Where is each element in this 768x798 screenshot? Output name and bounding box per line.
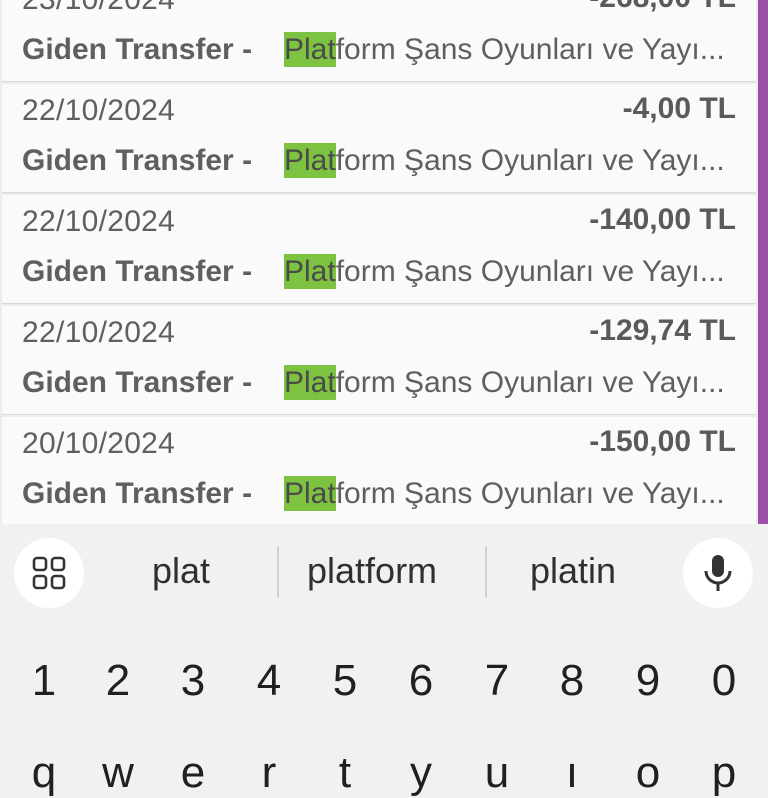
description-rest: form Şans Oyunları ve Yayı... — [335, 144, 725, 177]
suggestion-3[interactable]: platin — [530, 550, 616, 592]
search-match-highlight: Plat — [284, 143, 336, 178]
key-3[interactable]: 3 — [168, 656, 218, 706]
transaction-title: Giden Transfer - — [22, 255, 253, 288]
key-0[interactable]: 0 — [699, 656, 749, 706]
transaction-date: 22/10/2024 — [22, 94, 176, 127]
search-match-highlight: Plat — [284, 254, 336, 289]
suggestion-1[interactable]: plat — [152, 550, 210, 592]
suggestion-divider — [277, 546, 279, 598]
transaction-date: 22/10/2024 — [22, 316, 176, 349]
microphone-icon — [704, 555, 732, 591]
keyboard-suggestion-strip: plat platform platin — [0, 524, 768, 620]
description-rest: form Şans Oyunları ve Yayı... — [335, 477, 725, 510]
key-4[interactable]: 4 — [244, 656, 294, 706]
key-y[interactable]: y — [396, 748, 446, 798]
key-r[interactable]: r — [244, 748, 294, 798]
transaction-title: Giden Transfer - — [22, 33, 253, 66]
key-7[interactable]: 7 — [472, 656, 522, 706]
key-2[interactable]: 2 — [93, 656, 143, 706]
keyboard: 1 2 3 4 5 6 7 8 9 0 q w e r t y u ı o p — [0, 620, 768, 797]
description-rest: form Şans Oyunları ve Yayı... — [335, 33, 725, 66]
key-e[interactable]: e — [168, 748, 218, 798]
transaction-row[interactable]: 23/10/2024 -268,00 TL Giden Transfer - P… — [2, 0, 756, 82]
grid-icon — [32, 556, 66, 590]
apps-button[interactable] — [14, 538, 84, 608]
search-match-highlight: Plat — [284, 365, 336, 400]
voice-input-button[interactable] — [683, 538, 753, 608]
key-6[interactable]: 6 — [396, 656, 446, 706]
description-rest: form Şans Oyunları ve Yayı... — [335, 255, 725, 288]
key-w[interactable]: w — [93, 748, 143, 798]
transaction-description: Platform Şans Oyunları ve Yayı... — [284, 476, 725, 511]
transaction-amount: -140,00 TL — [589, 203, 736, 236]
transaction-row[interactable]: 20/10/2024 -150,00 TL Giden Transfer - P… — [2, 417, 756, 524]
transaction-amount: -129,74 TL — [589, 314, 736, 347]
transaction-row[interactable]: 22/10/2024 -129,74 TL Giden Transfer - P… — [2, 306, 756, 415]
key-5[interactable]: 5 — [320, 656, 370, 706]
transaction-date: 23/10/2024 — [22, 0, 175, 17]
key-dotless-i[interactable]: ı — [547, 748, 597, 798]
transaction-date: 22/10/2024 — [22, 205, 176, 238]
transaction-description: Platform Şans Oyunları ve Yayı... — [284, 143, 725, 178]
transaction-list[interactable]: 23/10/2024 -268,00 TL Giden Transfer - P… — [0, 0, 768, 524]
scroll-accent-bar — [758, 0, 768, 524]
suggestion-divider — [485, 546, 487, 598]
transaction-title: Giden Transfer - — [22, 144, 253, 177]
search-match-highlight: Plat — [284, 32, 336, 67]
key-1[interactable]: 1 — [19, 656, 69, 706]
key-p[interactable]: p — [699, 748, 749, 798]
key-u[interactable]: u — [472, 748, 522, 798]
transaction-row[interactable]: 22/10/2024 -140,00 TL Giden Transfer - P… — [2, 195, 756, 304]
transaction-amount: -268,00 TL — [589, 0, 736, 15]
transaction-description: Platform Şans Oyunları ve Yayı... — [284, 254, 725, 289]
transaction-title: Giden Transfer - — [22, 366, 253, 399]
transaction-description: Platform Şans Oyunları ve Yayı... — [284, 32, 725, 67]
key-t[interactable]: t — [320, 748, 370, 798]
key-8[interactable]: 8 — [547, 656, 597, 706]
description-rest: form Şans Oyunları ve Yayı... — [335, 366, 725, 399]
transaction-row[interactable]: 22/10/2024 -4,00 TL Giden Transfer - Pla… — [2, 84, 756, 193]
transaction-amount: -150,00 TL — [589, 425, 736, 458]
transaction-title: Giden Transfer - — [22, 477, 253, 510]
transaction-description: Platform Şans Oyunları ve Yayı... — [284, 365, 725, 400]
key-9[interactable]: 9 — [623, 656, 673, 706]
transaction-date: 20/10/2024 — [22, 427, 176, 460]
key-o[interactable]: o — [623, 748, 673, 798]
suggestion-2[interactable]: platform — [307, 550, 437, 592]
transaction-amount: -4,00 TL — [622, 92, 736, 125]
search-match-highlight: Plat — [284, 476, 336, 511]
key-q[interactable]: q — [19, 748, 69, 798]
